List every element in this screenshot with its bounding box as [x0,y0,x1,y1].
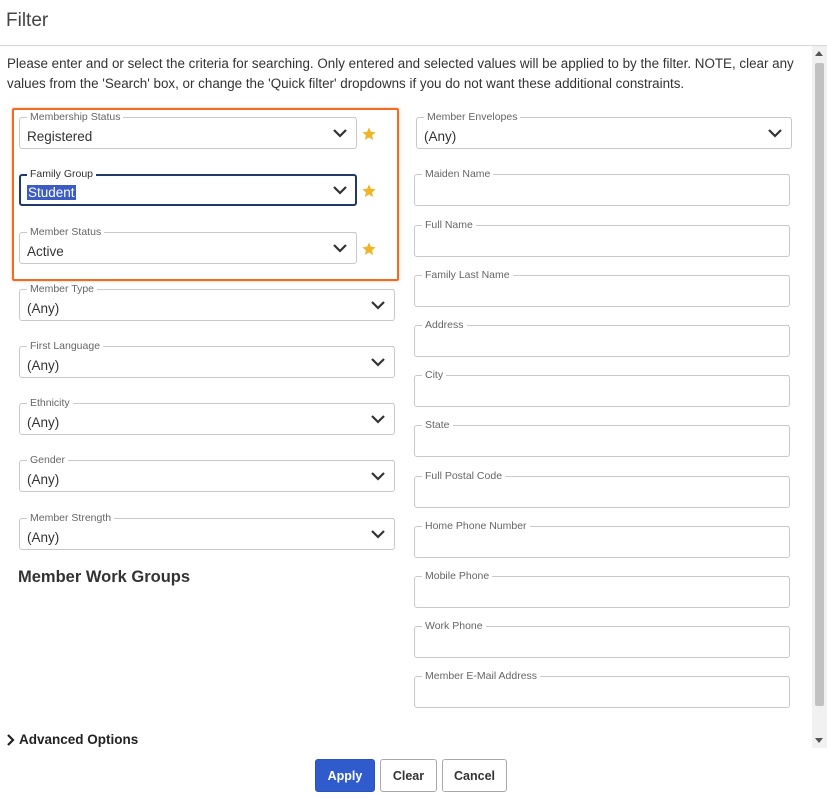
member-envelopes-select[interactable]: Member Envelopes (Any) [416,111,792,149]
field-border-segment [540,676,789,677]
ethnicity-select[interactable]: Ethnicity (Any) [19,397,395,435]
scroll-up-icon[interactable] [815,51,823,56]
scrollbar-thumb[interactable] [815,63,824,706]
address-label: Address [422,319,467,331]
family-group-select[interactable]: Family Group Student [19,168,357,206]
member-status-value: Active [27,244,64,259]
chevron-down-icon [333,244,347,253]
email-address-input[interactable]: Member E-Mail Address [414,670,790,708]
field-border-segment [467,325,789,326]
family-group-value: Student [27,185,76,200]
field-border-segment [513,275,789,276]
mobile-phone-input[interactable]: Mobile Phone [414,570,790,608]
email-address-label: Member E-Mail Address [422,670,541,682]
full-postal-code-label: Full Postal Code [422,470,506,482]
apply-button[interactable]: Apply [315,759,375,792]
chevron-down-icon [371,358,385,367]
member-strength-select[interactable]: Member Strength (Any) [19,512,395,550]
field-border-segment [486,626,789,627]
field-border-segment [530,526,789,527]
chevron-down-icon [371,415,385,424]
field-border-segment [453,425,789,426]
first-language-value: (Any) [27,358,60,373]
work-phone-input[interactable]: Work Phone [414,620,790,658]
dialog-header: Filter [0,0,827,46]
field-border-segment [505,476,789,477]
address-input[interactable]: Address [414,319,790,357]
chevron-down-icon [333,186,347,195]
cancel-button[interactable]: Cancel [442,759,507,792]
full-name-input[interactable]: Full Name [414,219,790,257]
full-name-label: Full Name [422,219,476,231]
star-icon[interactable] [361,126,377,142]
field-border-segment [103,346,394,347]
state-label: State [422,419,453,431]
work-groups-title: Member Work Groups [18,568,191,586]
maiden-name-input[interactable]: Maiden Name [414,168,790,206]
star-icon[interactable] [361,241,377,257]
scroll-down-icon[interactable] [815,738,823,743]
field-border-segment [73,403,394,404]
field-border-segment [104,232,356,233]
field-border-segment [493,174,789,175]
family-last-name-input[interactable]: Family Last Name [414,269,790,307]
member-status-select[interactable]: Member Status Active [19,226,357,264]
advanced-options-label: Advanced Options [19,732,139,747]
work-phone-label: Work Phone [422,620,486,632]
full-postal-code-input[interactable]: Full Postal Code [414,470,790,508]
membership-status-value: Registered [27,129,93,144]
intro-text: Please enter and or select the criteria … [7,56,794,91]
member-status-label: Member Status [27,226,105,238]
maiden-name-label: Maiden Name [422,168,494,180]
filter-form: Please enter and or select the criteria … [0,46,827,748]
ethnicity-value: (Any) [27,415,60,430]
ethnicity-label: Ethnicity [27,397,73,409]
member-envelopes-value: (Any) [424,129,457,144]
clear-button[interactable]: Clear [380,759,437,792]
star-icon[interactable] [361,183,377,199]
family-group-label: Family Group [27,168,97,180]
member-strength-label: Member Strength [27,512,115,524]
field-border-segment [68,460,394,461]
gender-label: Gender [27,454,69,466]
member-type-select[interactable]: Member Type (Any) [19,283,395,321]
chevron-down-icon [371,301,385,310]
gender-select[interactable]: Gender (Any) [19,454,395,492]
field-border-segment [123,117,356,118]
city-label: City [422,369,447,381]
first-language-label: First Language [27,340,104,352]
chevron-down-icon [768,129,782,138]
member-envelopes-label: Member Envelopes [424,111,521,123]
membership-status-label: Membership Status [27,111,124,123]
chevron-down-icon [371,530,385,539]
field-border-segment [97,289,394,290]
family-last-name-label: Family Last Name [422,269,513,281]
dialog-title: Filter [6,10,49,31]
advanced-options-toggle[interactable]: Advanced Options [6,732,138,747]
member-type-value: (Any) [27,301,60,316]
city-input[interactable]: City [414,369,790,407]
gender-value: (Any) [27,472,60,487]
first-language-select[interactable]: First Language (Any) [19,340,395,378]
dialog-footer: Apply Clear Cancel [0,748,827,802]
state-input[interactable]: State [414,419,790,457]
field-border-segment [520,117,791,118]
vertical-scrollbar[interactable] [812,46,827,748]
field-border-segment [476,225,789,226]
field-border-segment [446,375,789,376]
home-phone-input[interactable]: Home Phone Number [414,520,790,558]
home-phone-label: Home Phone Number [422,520,530,532]
chevron-right-icon [7,733,15,746]
member-type-label: Member Type [27,283,97,295]
field-border-segment [114,518,394,519]
chevron-down-icon [371,472,385,481]
chevron-down-icon [333,129,347,138]
field-border-segment [492,576,789,577]
member-strength-value: (Any) [27,530,60,545]
mobile-phone-label: Mobile Phone [422,570,493,582]
membership-status-select[interactable]: Membership Status Registered [19,111,357,149]
